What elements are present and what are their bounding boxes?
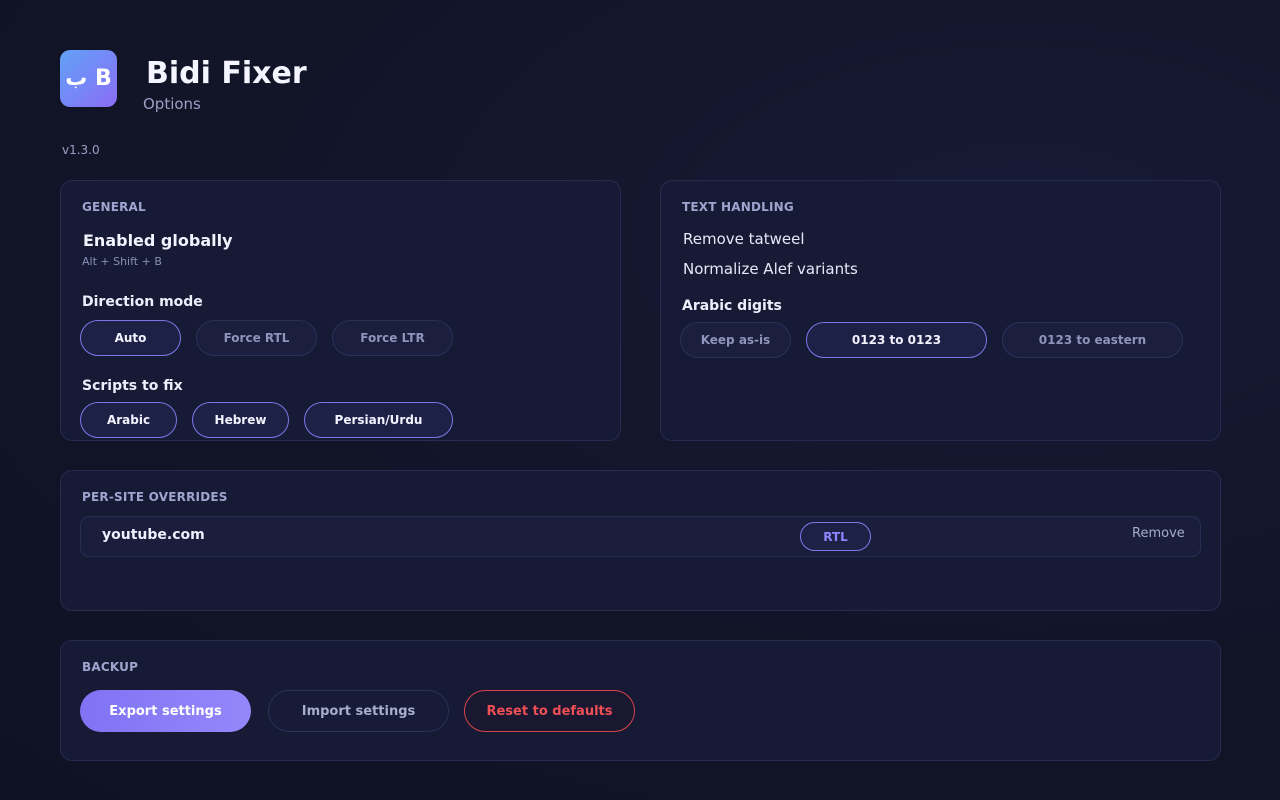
- app-logo: ب B: [60, 50, 117, 107]
- app-title: Bidi Fixer: [146, 56, 307, 91]
- override-site-name: youtube.com: [102, 527, 205, 543]
- direction-auto-label: Auto: [114, 331, 147, 345]
- direction-force-ltr-label: Force LTR: [360, 331, 425, 345]
- version-label: v1.3.0: [62, 143, 100, 157]
- digits-eastern-label: 0123 to eastern: [1038, 333, 1147, 347]
- general-section-title: GENERAL: [82, 200, 146, 214]
- direction-auto-button[interactable]: Auto: [80, 320, 181, 356]
- override-remove-button[interactable]: Remove: [1132, 526, 1185, 541]
- direction-force-rtl-label: Force RTL: [223, 331, 290, 345]
- override-row: youtube.com RTL Remove: [80, 516, 1201, 557]
- shortcut-hint: Alt + Shift + B: [82, 255, 162, 268]
- script-arabic-label: Arabic: [106, 413, 151, 427]
- scripts-to-fix-label: Scripts to fix: [82, 378, 183, 394]
- backup-card: BACKUP Export settings Import settings R…: [60, 640, 1221, 761]
- override-mode-button[interactable]: RTL: [800, 522, 871, 551]
- import-settings-button[interactable]: Import settings: [268, 690, 449, 732]
- script-hebrew-label: Hebrew: [214, 413, 267, 427]
- import-settings-label: Import settings: [301, 703, 416, 719]
- reset-defaults-button[interactable]: Reset to defaults: [464, 690, 635, 732]
- direction-force-ltr-button[interactable]: Force LTR: [332, 320, 453, 356]
- text-handling-section-title: TEXT HANDLING: [682, 200, 794, 214]
- script-hebrew-chip[interactable]: Hebrew: [192, 402, 289, 438]
- script-arabic-chip[interactable]: Arabic: [80, 402, 177, 438]
- arabic-digits-label: Arabic digits: [682, 298, 782, 314]
- override-mode-label: RTL: [823, 529, 848, 544]
- digits-keep-label: Keep as-is: [700, 333, 771, 347]
- digits-western-button[interactable]: 0123 to 0123: [806, 322, 987, 358]
- script-persian-urdu-chip[interactable]: Persian/Urdu: [304, 402, 453, 438]
- digits-western-label: 0123 to 0123: [851, 333, 942, 347]
- overrides-section-title: PER-SITE OVERRIDES: [82, 490, 228, 504]
- enabled-globally-toggle-label[interactable]: Enabled globally: [83, 231, 233, 250]
- backup-section-title: BACKUP: [82, 660, 139, 674]
- export-settings-label: Export settings: [109, 703, 222, 719]
- remove-tatweel-option[interactable]: Remove tatweel: [683, 230, 805, 248]
- logo-text: ب B: [65, 66, 112, 91]
- script-persian-urdu-label: Persian/Urdu: [334, 413, 423, 427]
- text-handling-card: TEXT HANDLING Remove tatweel Normalize A…: [660, 180, 1221, 441]
- page-subtitle: Options: [143, 95, 201, 113]
- direction-force-rtl-button[interactable]: Force RTL: [196, 320, 317, 356]
- direction-mode-label: Direction mode: [82, 294, 203, 310]
- digits-keep-as-is-button[interactable]: Keep as-is: [680, 322, 791, 358]
- export-settings-button[interactable]: Export settings: [80, 690, 251, 732]
- per-site-overrides-card: PER-SITE OVERRIDES youtube.com RTL Remov…: [60, 470, 1221, 611]
- general-card: GENERAL Enabled globally Alt + Shift + B…: [60, 180, 621, 441]
- reset-defaults-label: Reset to defaults: [486, 703, 613, 719]
- digits-eastern-button[interactable]: 0123 to eastern: [1002, 322, 1183, 358]
- normalize-alef-option[interactable]: Normalize Alef variants: [683, 260, 858, 278]
